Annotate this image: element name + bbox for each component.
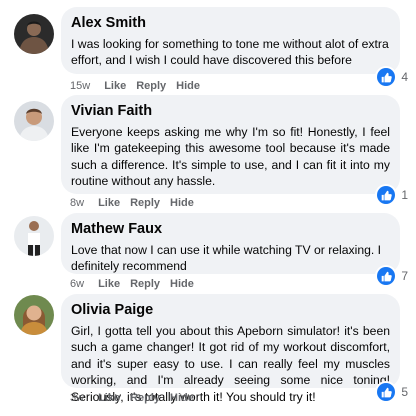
comment-bubble: Mathew Faux Love that now I can use it w… [61,213,400,274]
hide-button[interactable]: Hide [170,197,194,209]
person-dark-portrait-icon [14,14,54,54]
comment-author[interactable]: Alex Smith [71,14,390,32]
person-full-body-icon [14,216,54,256]
comment-actions: 6w Like Reply Hide [70,278,204,290]
avatar[interactable] [14,295,54,335]
comment-time[interactable]: 3w [70,392,84,404]
comment-bubble: Olivia Paige Girl, I gotta tell you abou… [61,294,400,404]
comment-text: Everyone keeps asking me why I'm so fit!… [71,125,390,189]
thumbs-up-icon [377,267,396,285]
comment-author[interactable]: Mathew Faux [71,220,390,238]
like-count: 5 [401,385,408,399]
person-portrait-icon [14,101,54,141]
like-button[interactable]: Like [98,392,120,404]
like-count: 4 [401,70,408,84]
avatar[interactable] [14,101,54,141]
like-count: 1 [401,188,408,202]
hide-button[interactable]: Hide [170,278,194,290]
thumbs-up-icon [377,68,396,86]
reaction-count[interactable]: 7 [377,267,408,285]
reply-button[interactable]: Reply [130,392,160,404]
comment-actions: 3w Like Reply Hide [70,392,204,404]
hide-button[interactable]: Hide [176,80,200,92]
reaction-count[interactable]: 4 [377,68,408,86]
reply-button[interactable]: Reply [130,278,160,290]
comment-text: I was looking for something to tone me w… [71,37,389,68]
comment-time[interactable]: 6w [70,278,84,290]
avatar[interactable] [14,216,54,256]
person-woman-portrait-icon [14,295,54,335]
avatar[interactable] [14,14,54,54]
thumbs-up-icon [377,383,396,401]
comment-time[interactable]: 8w [70,197,84,209]
like-button[interactable]: Like [98,278,120,290]
reaction-count[interactable]: 5 [377,383,408,401]
comment-time[interactable]: 15w [70,80,90,92]
comment-bubble: Vivian Faith Everyone keeps asking me wh… [61,95,400,194]
comment-author[interactable]: Olivia Paige [71,301,390,319]
comment-text: Love that now I can use it while watchin… [71,243,382,274]
reaction-count[interactable]: 1 [377,186,408,204]
comment-actions: 15w Like Reply Hide [70,80,210,92]
comment-bubble: Alex Smith I was looking for something t… [61,7,400,74]
like-button[interactable]: Like [98,197,120,209]
like-button[interactable]: Like [104,80,126,92]
comment-author[interactable]: Vivian Faith [71,102,390,120]
thumbs-up-icon [377,186,396,204]
hide-button[interactable]: Hide [170,392,194,404]
reply-button[interactable]: Reply [136,80,166,92]
comment-actions: 8w Like Reply Hide [70,197,204,209]
reply-button[interactable]: Reply [130,197,160,209]
like-count: 7 [401,269,408,283]
